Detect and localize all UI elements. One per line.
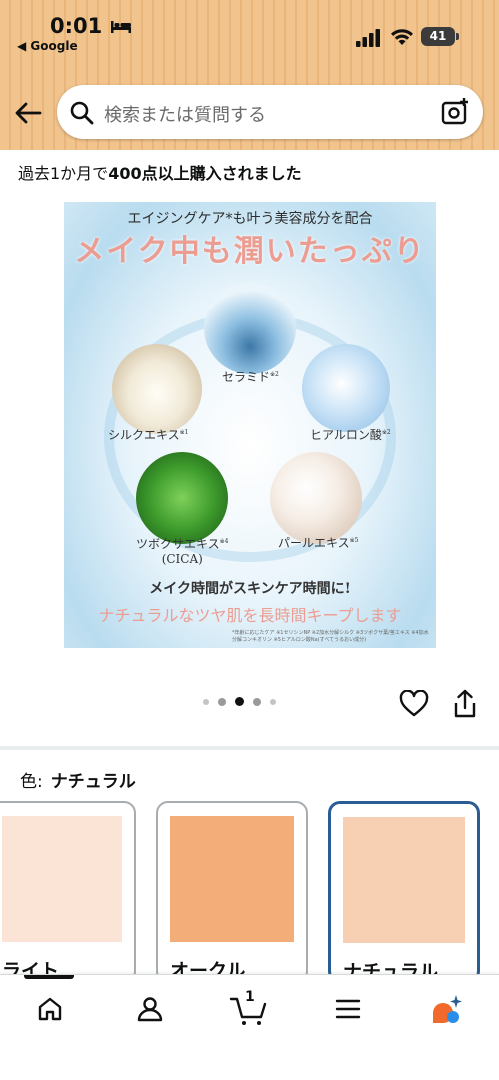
color-label: 色:	[20, 772, 43, 792]
pearl-image	[270, 452, 362, 544]
sleep-focus-icon	[111, 21, 131, 33]
color-swatch	[2, 816, 122, 942]
purchase-count-text: 過去1か月で400点以上購入されました	[18, 160, 302, 184]
ingredient-label: パールエキス※5	[278, 536, 359, 550]
cart-button[interactable]: 1	[228, 989, 272, 1027]
image-tagline: エイジングケア*も叶う美容成分を配合	[127, 211, 373, 227]
hyaluronic-drop-image	[302, 344, 390, 432]
color-option-ochre[interactable]: オークル	[156, 801, 308, 983]
ingredient-label: ツボクサエキス※4 (CICA)	[136, 537, 229, 566]
cart-count: 1	[245, 989, 255, 1005]
ingredient-label: セラミド※2	[222, 370, 279, 384]
color-swatch	[343, 817, 465, 943]
camera-search-icon[interactable]	[440, 97, 470, 127]
purchase-highlight: 400点以上購入されました	[108, 164, 302, 183]
color-swatch	[170, 816, 294, 942]
carousel-dot[interactable]	[218, 697, 226, 706]
ai-assistant-icon[interactable]	[426, 991, 466, 1027]
battery-indicator: 41	[421, 27, 459, 46]
search-bar[interactable]: 検索または質問する	[57, 85, 483, 139]
search-icon	[70, 101, 94, 125]
image-footnote: *年齢に応じたケア ※1セリシンNP ※2加水分解シルク ※3ツボクサ葉/茎エキ…	[232, 630, 429, 643]
ceramide-image	[204, 282, 296, 374]
active-tab-indicator	[24, 975, 74, 979]
product-page: 0:01 ◀ Google 41 検索または質問する 過去1か月で400点以上購…	[0, 0, 499, 1080]
search-input[interactable]: 検索または質問する	[104, 101, 266, 127]
status-time: 0:01	[50, 14, 103, 38]
carousel-dot[interactable]	[203, 698, 209, 705]
image-title: メイク中も潤いたっぷり	[74, 234, 426, 269]
wishlist-heart-icon[interactable]	[399, 690, 429, 718]
share-icon[interactable]	[452, 689, 478, 719]
ingredient-label: シルクエキス※1	[108, 428, 189, 442]
ingredient-label: ヒアルロン酸※2	[310, 428, 391, 442]
back-arrow-icon[interactable]	[12, 97, 44, 129]
image-carousel-dots[interactable]	[203, 697, 276, 706]
product-image[interactable]: エイジングケア*も叶う美容成分を配合 メイク中も潤いたっぷり セラミド※2 シル…	[64, 202, 436, 648]
menu-icon[interactable]	[328, 991, 368, 1027]
carousel-dot[interactable]	[270, 698, 276, 705]
wifi-icon	[391, 29, 413, 45]
image-subline-2: ナチュラルなツヤ肌を長時間キープします	[98, 606, 402, 625]
account-icon[interactable]	[130, 991, 170, 1027]
image-subline-1: メイク時間がスキンケア時間に!	[149, 581, 351, 597]
carousel-dot-active[interactable]	[235, 697, 244, 706]
carousel-dot[interactable]	[253, 697, 261, 706]
section-divider	[0, 746, 499, 750]
color-option-natural[interactable]: ナチュラル	[328, 801, 480, 983]
back-to-app-link[interactable]: ◀ Google	[17, 39, 78, 53]
centella-leaf-image	[136, 452, 228, 544]
cellular-signal-icon	[356, 29, 380, 47]
selected-color-name: ナチュラル	[50, 772, 136, 792]
bottom-navigation: 1	[0, 974, 499, 1080]
purchase-prefix: 過去1か月で	[18, 164, 109, 183]
header: 0:01 ◀ Google 41 検索または質問する	[0, 0, 499, 150]
silk-cocoon-image	[112, 344, 202, 434]
color-selection-label: 色: ナチュラル	[20, 767, 136, 792]
color-option-light[interactable]: ライト	[0, 801, 136, 983]
home-icon[interactable]	[30, 991, 70, 1027]
